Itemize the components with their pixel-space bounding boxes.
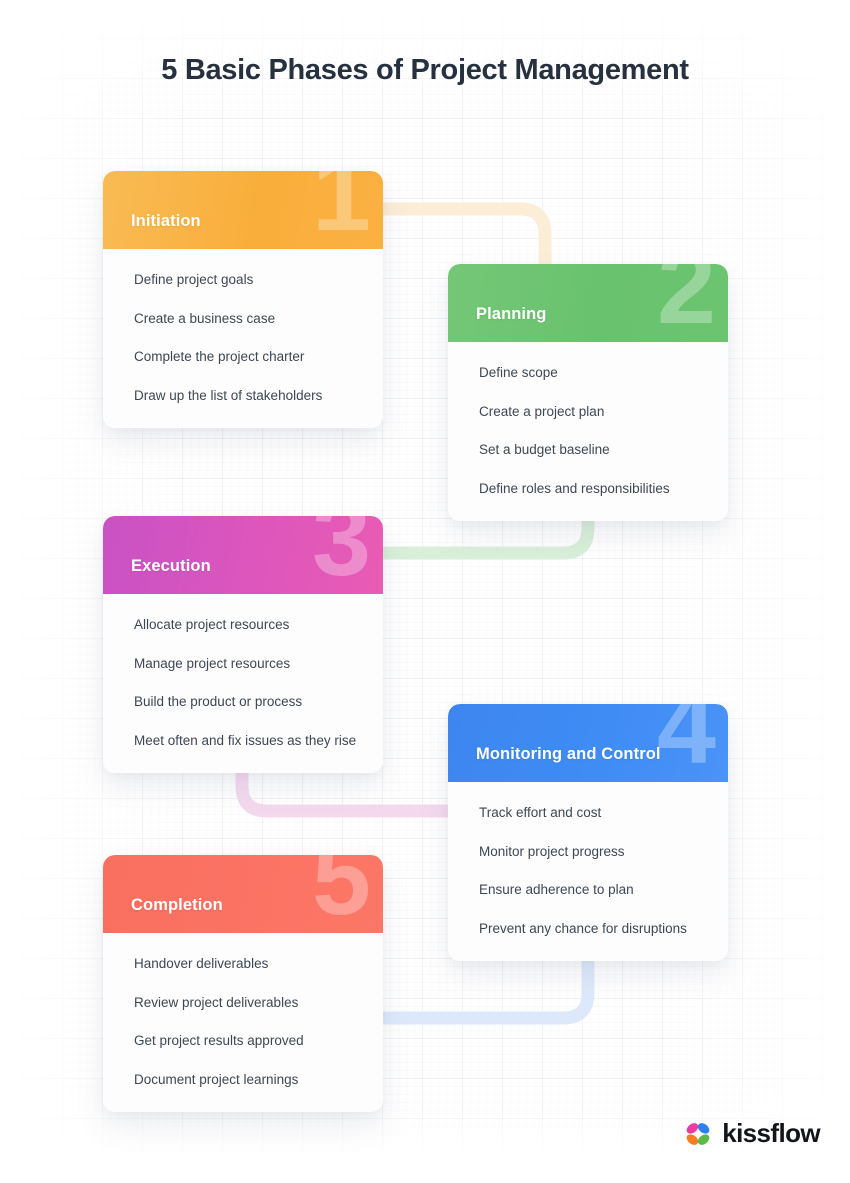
phase-card-execution: 3 Execution Allocate project resources M… <box>103 516 383 773</box>
phase-task-list: Allocate project resources Manage projec… <box>103 594 383 773</box>
phase-title: Initiation <box>131 212 201 230</box>
phase-header: 2 Planning <box>448 264 728 342</box>
task-item: Define project goals <box>134 272 254 287</box>
task-item: Manage project resources <box>134 655 291 671</box>
task-item: Build the product or process <box>134 694 303 709</box>
task-item: Set a budget baseline <box>479 442 610 457</box>
phase-header: 4 Monitoring and Control <box>448 704 728 782</box>
task-item: Handover deliverables <box>134 956 269 971</box>
phase-title: Monitoring and Control <box>476 745 661 763</box>
kissflow-wordmark: kissflow <box>722 1118 820 1148</box>
phase-header: 5 Completion <box>103 855 383 933</box>
task-item: Prevent any chance for disruptions <box>479 920 687 936</box>
task-item: Complete the project charter <box>134 349 305 364</box>
phase-number: 1 <box>312 171 371 249</box>
phase-number: 5 <box>312 855 371 933</box>
task-item: Allocate project resources <box>134 617 290 632</box>
kissflow-butterfly-icon <box>686 1122 710 1145</box>
phase-task-list: Define project goals Create a business c… <box>103 249 383 428</box>
phase-title: Execution <box>131 557 211 575</box>
task-item: Draw up the list of stakeholders <box>134 387 323 403</box>
phase-task-list: Track effort and cost Monitor project pr… <box>448 782 728 961</box>
phase-card-initiation: 1 Initiation Define project goals Create… <box>103 171 383 428</box>
phase-title: Completion <box>131 896 223 914</box>
phase-task-list: Define scope Create a project plan Set a… <box>448 342 728 521</box>
phase-card-completion: 5 Completion Handover deliverables Revie… <box>103 855 383 1112</box>
phase-task-list: Handover deliverables Review project del… <box>103 933 383 1112</box>
task-item: Define scope <box>479 365 558 380</box>
task-item: Define roles and responsibilities <box>479 480 670 496</box>
task-item: Ensure adherence to plan <box>479 882 634 897</box>
task-item: Monitor project progress <box>479 843 625 859</box>
phase-number: 3 <box>312 516 371 594</box>
task-item: Review project deliverables <box>134 994 299 1010</box>
phase-card-planning: 2 Planning Define scope Create a project… <box>448 264 728 521</box>
phase-header: 1 Initiation <box>103 171 383 249</box>
task-item: Document project learnings <box>134 1071 299 1087</box>
page-title: 5 Basic Phases of Project Management <box>161 54 689 86</box>
kissflow-logo: kissflow <box>683 1118 821 1149</box>
phase-title: Planning <box>476 305 547 323</box>
task-item: Meet often and fix issues as they rise <box>134 732 357 748</box>
phase-number: 4 <box>657 704 716 782</box>
task-item: Track effort and cost <box>479 805 602 820</box>
task-item: Get project results approved <box>134 1033 304 1048</box>
task-item: Create a business case <box>134 310 276 326</box>
phase-card-monitoring-and-control: 4 Monitoring and Control Track effort an… <box>448 704 728 961</box>
task-item: Create a project plan <box>479 403 605 419</box>
phase-header: 3 Execution <box>103 516 383 594</box>
phase-number: 2 <box>657 264 716 342</box>
